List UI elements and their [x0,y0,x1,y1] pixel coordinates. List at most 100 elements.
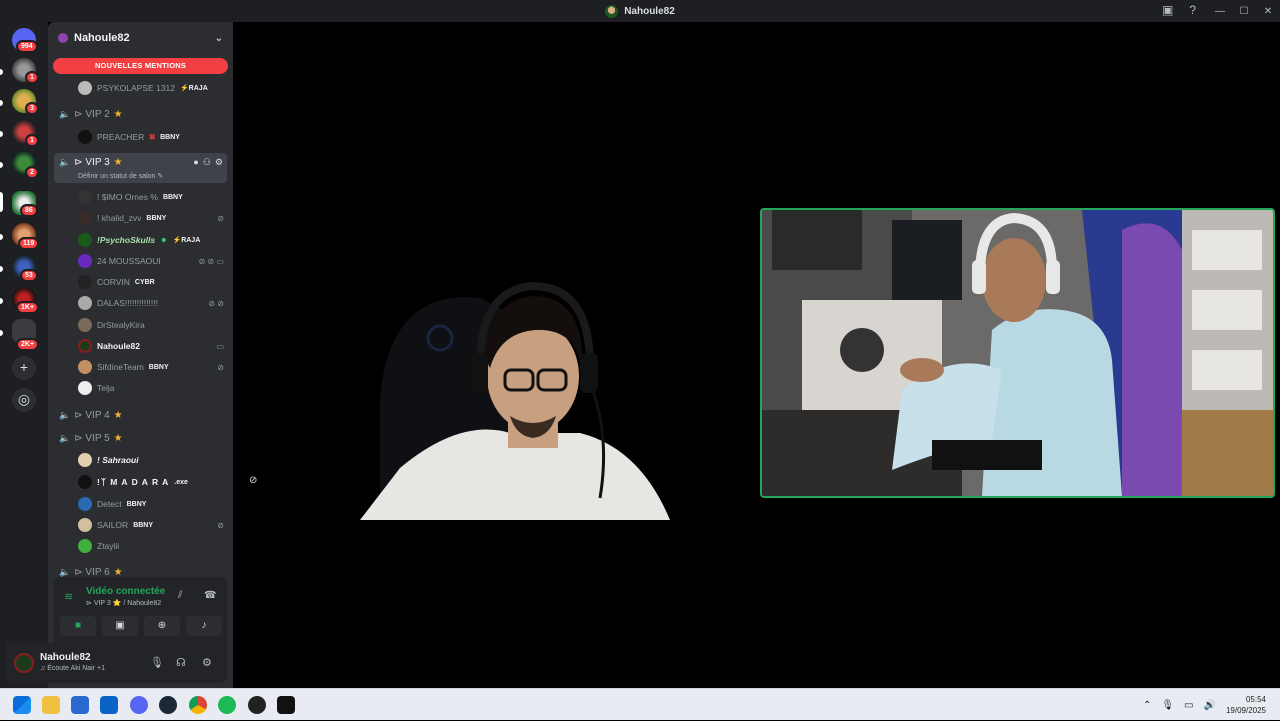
camera-button[interactable]: ■ [60,616,96,636]
voice-user[interactable]: PSYKOLAPSE 1312 ⚡RAJA [78,79,228,97]
gear-icon[interactable]: ⚙ [202,656,212,669]
voice-user[interactable]: ! $IMO Ornes % BBNY [78,188,228,206]
voice-user[interactable]: CORVIN CYBR [78,273,228,291]
voice-user[interactable]: SAILOR BBNY ⊘ [78,516,228,534]
username: ! Sahraoui [97,455,139,465]
soundboard-button[interactable]: ♪ [186,616,222,636]
voice-channel-vip5[interactable]: 🔈 ⊳ VIP 5 ★ [54,428,227,448]
new-mentions-banner[interactable]: NOUVELLES MENTIONS [53,58,228,74]
voice-user[interactable]: ! Sahraoui [78,451,228,469]
username: SifdineTeam [97,362,144,372]
voice-user[interactable]: SifdineTeam BBNY ⊘ [78,358,228,376]
voice-user[interactable]: Detect BBNY [78,495,228,513]
voice-user[interactable]: DrStealyKira [78,316,228,334]
app-icon[interactable] [248,696,266,714]
disconnect-icon[interactable]: ☎ [204,590,216,601]
avatar [78,360,92,374]
chrome-icon[interactable] [189,696,207,714]
username: 24 MOUSSAOUI [97,256,161,266]
gear-icon[interactable]: ⚙ [215,157,223,168]
selected-pip [0,192,3,212]
channel-status-hint[interactable]: Définir un statut de salon ✎ [78,172,163,180]
speaker-icon: 🔈 [59,409,71,420]
discover-icon[interactable]: ◎ [12,388,36,412]
username: Telja [97,383,115,393]
star-icon: ★ [113,157,123,168]
maximize-button[interactable]: ☐ [1232,6,1256,17]
voice-channel-vip4[interactable]: 🔈 ⊳ VIP 4 ★ [54,405,227,425]
user-panel: Nahoule82 ♫ Écoute Aki Nair +1 🎙 ☊ ⚙ [6,643,227,683]
voice-status[interactable]: Vidéo connectée [86,586,165,597]
voice-user[interactable]: !PsychoSkulls ☻ ⚡RAJA [78,231,228,249]
voice-channel-vip2[interactable]: 🔈 ⊳ VIP 2 ★ [54,104,227,124]
close-button[interactable]: ✕ [1256,6,1280,17]
unread-pip [0,298,3,304]
minimize-button[interactable]: — [1208,6,1232,17]
discord-icon[interactable] [130,696,148,714]
muted-icon: ⊘ [217,362,224,372]
star-icon: ★ [113,409,123,421]
voice-user[interactable]: Nahoule82 ▭ [78,337,228,355]
username: SAILOR [97,520,129,530]
clan-tag: .exe [174,478,188,486]
inbox-icon[interactable]: ▣ [1162,3,1173,17]
video-tile-participant-2[interactable] [760,208,1275,498]
activity-button[interactable]: ⊕ [144,616,180,636]
voice-user[interactable]: 24 MOUSSAOUI ⊘ ⊘ ▭ [78,252,228,270]
avatar [78,539,92,553]
server-header[interactable]: Nahoule82 ⌄ [48,22,233,54]
headphones-icon[interactable]: ☊ [176,656,186,669]
outlook-icon[interactable] [100,696,118,714]
unread-pip [0,162,3,168]
help-icon[interactable]: ? [1189,3,1196,17]
username: ! khalid_zvv [97,213,142,223]
video-tile-participant-1[interactable] [360,258,670,520]
clan-tag: BBNY [160,133,180,141]
avatar [78,190,92,204]
user-avatar-icon [605,4,619,18]
badge: 2 [25,166,39,179]
channel-name: ⊳ VIP 3 [74,157,110,168]
voice-location[interactable]: ⊳ VIP 3 ⭐ / Nahoule82 [86,599,161,607]
spotify-icon[interactable] [218,696,236,714]
chevron-up-icon[interactable]: ⌃ [1143,700,1151,711]
badge: 53 [20,269,38,282]
badge: 3 [25,102,39,115]
microphone-icon[interactable]: 🎙 [150,656,164,669]
unread-pip [0,69,3,75]
current-username[interactable]: Nahoule82 [40,652,91,663]
clan-tag: ⚡RAJA [179,85,208,92]
start-icon[interactable] [13,696,31,714]
chevron-down-icon[interactable]: ⌄ [215,33,223,44]
voice-user[interactable]: DALAS!!!!!!!!!!!!!! ⊘ ⊘ [78,294,228,312]
steam-icon[interactable] [159,696,177,714]
badge: 86 [20,204,38,217]
username: Nahoule82 [97,341,140,351]
channel-name: ⊳ VIP 4 [74,409,110,421]
voice-user[interactable]: Telja [78,379,228,397]
volume-icon[interactable]: 🔊 [1204,700,1216,711]
voice-user[interactable]: Ztaylii [78,537,228,555]
voice-user[interactable]: !ᛉ M A D A R A .exe [78,473,228,491]
chat-icon[interactable]: ● [193,157,198,168]
app-icon[interactable] [277,696,295,714]
add-server-button[interactable]: + [12,356,36,380]
network-icon[interactable]: ▭ [1184,700,1193,711]
status-icons: ⊘ ⊘ [208,298,224,308]
clock-date: 19/09/2025 [1225,706,1266,715]
username: PREACHER [97,132,145,142]
avatar[interactable] [14,653,34,673]
store-icon[interactable] [71,696,89,714]
voice-user[interactable]: PREACHER ⊠ BBNY [78,128,228,146]
file-explorer-icon[interactable] [42,696,60,714]
noise-suppression-icon[interactable]: ⫽ [178,590,182,601]
clock[interactable]: 05:54 19/09/2025 [1226,694,1266,716]
invite-icon[interactable]: ⚇ [203,157,211,168]
voice-user[interactable]: ! khalid_zvv BBNY ⊘ [78,209,228,227]
window-title: Nahoule82 [605,4,675,18]
microphone-icon[interactable]: 🎙 [1161,700,1174,711]
video-icon: ▭ [216,341,224,351]
signal-icon[interactable]: ≋ [64,590,73,603]
screen-share-button[interactable]: ▣ [102,616,138,636]
avatar [78,130,92,144]
